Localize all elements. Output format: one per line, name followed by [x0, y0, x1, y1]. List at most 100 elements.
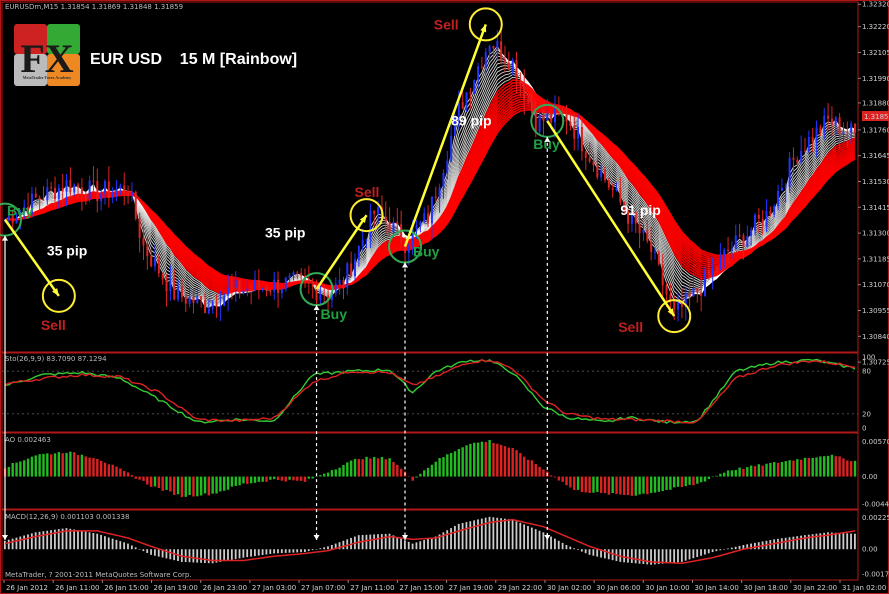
price-tick-label-4: 1.31880 [862, 99, 889, 107]
candle-body-100 [388, 222, 391, 233]
macd-bar-161 [623, 549, 626, 563]
macd-bar-81 [315, 549, 318, 550]
chart-background [0, 0, 889, 594]
macd-bar-187 [723, 549, 726, 550]
macd-bar-26 [104, 536, 106, 550]
macd-bar-47 [184, 549, 187, 563]
ao-bar-199 [769, 462, 772, 477]
macd-bar-150 [580, 549, 583, 552]
candle-body-156 [604, 170, 606, 181]
macd-bar-140 [542, 532, 545, 550]
price-tick-label-10: 1.31185 [862, 255, 889, 263]
candle-body-102 [396, 222, 399, 225]
ao-bar-180 [696, 476, 699, 484]
candle-body-54 [211, 301, 214, 309]
macd-bar-116 [450, 528, 452, 550]
ao-bar-37 [146, 476, 149, 485]
ao-bar-5 [23, 460, 26, 477]
ao-bar-144 [557, 476, 561, 481]
price-tick-label-0: 1.32320 [862, 1, 889, 9]
macd-bar-184 [711, 549, 714, 553]
ao-bar-28 [111, 464, 114, 477]
candle-body-18 [73, 184, 76, 193]
ao-bar-165 [638, 476, 641, 495]
price-tick-label-13: 1.30840 [862, 333, 889, 341]
candle-body-127 [492, 46, 495, 49]
ao-bar-184 [711, 476, 714, 478]
candle-body-171 [661, 264, 664, 286]
fx-logo: FX MetaTrader Forex Academy [14, 24, 80, 86]
macd-bar-62 [242, 549, 245, 558]
ao-bar-131 [507, 447, 511, 477]
candle-body-211 [815, 127, 818, 143]
ao-bar-188 [726, 470, 730, 477]
ao-bar-185 [715, 475, 718, 477]
ao-bar-219 [846, 460, 849, 477]
ao-bar-92 [357, 459, 361, 477]
macd-bar-190 [734, 546, 737, 550]
macd-bar-51 [200, 549, 202, 563]
candle-body-57 [223, 295, 226, 307]
macd-bar-24 [96, 533, 99, 550]
macd-bar-164 [634, 549, 637, 564]
price-tick-label-12: 1.30955 [862, 307, 889, 315]
macd-bar-171 [661, 549, 664, 564]
macd-bar-157 [607, 549, 610, 560]
ao-bar-162 [626, 476, 630, 496]
candle-body-115 [446, 160, 449, 173]
ao-bar-45 [176, 476, 180, 495]
macd-bar-96 [373, 534, 376, 550]
ao-bar-123 [476, 442, 480, 477]
candle-body-217 [838, 117, 841, 134]
macd-bar-143 [554, 538, 556, 550]
macd-bar-53 [207, 549, 210, 564]
ao-bar-85 [330, 470, 334, 477]
ao-bar-36 [142, 476, 145, 481]
candle-body-79 [307, 279, 310, 284]
time-tick-label-15: 30 Jan 18:00 [744, 584, 788, 592]
annotation-sell-11: Sell [618, 319, 643, 335]
ao-bar-14 [57, 452, 61, 477]
macd-bar-27 [107, 537, 110, 550]
ao-bar-91 [353, 458, 357, 477]
candle-body-135 [523, 84, 526, 101]
ao-bar-40 [157, 476, 161, 489]
candle-body-77 [300, 272, 303, 276]
ao-bar-206 [796, 459, 799, 477]
ao-bar-72 [280, 476, 284, 481]
macd-bar-43 [169, 549, 172, 560]
candle-body-200 [773, 206, 776, 215]
ao-tick-label-1: 0.00 [862, 473, 878, 481]
candle-body-159 [615, 187, 618, 191]
ao-bar-42 [165, 476, 168, 490]
ao-bar-24 [96, 458, 99, 477]
macd-bar-130 [504, 518, 506, 550]
candle-body-186 [719, 255, 722, 269]
stoch-tick-label-2: 20 [862, 410, 871, 418]
ao-bar-1 [7, 466, 11, 477]
ao-bar-115 [446, 454, 449, 477]
macd-bar-64 [250, 549, 252, 557]
time-tick-label-2: 26 Jan 15:00 [104, 584, 148, 592]
candle-body-158 [611, 187, 614, 191]
candle-body-165 [638, 223, 641, 234]
macd-bar-135 [523, 524, 526, 550]
macd-bar-35 [138, 549, 141, 550]
ao-bar-126 [488, 439, 491, 477]
candle-body-147 [569, 121, 572, 126]
candle-body-30 [119, 185, 122, 189]
price-axis: 1.32320 1.32220 1.32105 1.31990 1.31880 1.317… [858, 1, 889, 367]
candle-body-60 [234, 280, 237, 288]
ao-bar-136 [526, 459, 530, 477]
macd-bar-142 [550, 536, 552, 550]
ao-bar-159 [615, 476, 618, 494]
macd-bar-217 [838, 532, 841, 550]
ao-bar-214 [826, 455, 830, 477]
ao-bar-61 [238, 476, 241, 486]
macd-bar-39 [154, 549, 156, 556]
candle-body-167 [646, 229, 649, 242]
ao-bar-26 [103, 462, 107, 477]
macd-bar-34 [134, 547, 137, 550]
macd-bar-139 [538, 530, 541, 550]
ao-bar-169 [653, 476, 657, 493]
